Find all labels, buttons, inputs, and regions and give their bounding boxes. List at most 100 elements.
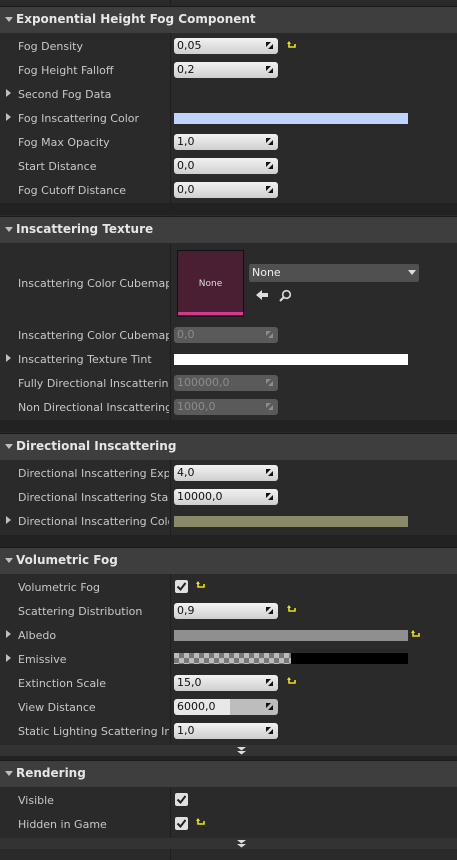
- visible-checkbox[interactable]: [175, 793, 188, 806]
- view-distance-field[interactable]: 6000,0: [174, 699, 278, 715]
- advanced-properties-expander[interactable]: [0, 745, 457, 756]
- section-gap: [0, 535, 457, 547]
- inscattering-texture-tint-swatch[interactable]: [174, 354, 408, 365]
- collapse-arrow-icon[interactable]: [5, 227, 13, 232]
- start-distance-label: Start Distance: [18, 160, 97, 173]
- thumbnail-accent-bar: [178, 312, 243, 315]
- extinction-scale-field[interactable]: 15,0: [174, 675, 278, 691]
- expand-arrow-icon[interactable]: [6, 113, 11, 121]
- section-title: Volumetric Fog: [16, 553, 118, 567]
- directional-inscattering-start-field[interactable]: 10000,0: [174, 489, 278, 505]
- collapse-arrow-icon[interactable]: [5, 558, 13, 563]
- expand-arrow-icon[interactable]: [6, 654, 11, 662]
- browse-search-icon[interactable]: [279, 289, 292, 302]
- second-fog-data-label: Second Fog Data: [18, 88, 112, 101]
- hidden-in-game-label: Hidden in Game: [18, 818, 107, 831]
- cubemap-thumbnail-text: None: [198, 279, 223, 289]
- directional-inscattering-start-label: Directional Inscattering Start D: [18, 491, 169, 504]
- section-header-volumetric-fog[interactable]: Volumetric Fog: [0, 547, 457, 574]
- checkmark-icon: [176, 582, 187, 592]
- expand-arrow-icon[interactable]: [6, 516, 11, 524]
- fog-max-opacity-label: Fog Max Opacity: [18, 136, 110, 149]
- reset-to-default-icon[interactable]: [287, 677, 297, 687]
- section-gap: [0, 420, 457, 432]
- fog-density-field[interactable]: 0,05: [174, 38, 278, 54]
- collapse-arrow-icon[interactable]: [5, 444, 13, 449]
- non-directional-inscattering-label: Non Directional Inscattering Co: [18, 401, 169, 414]
- fog-height-falloff-label: Fog Height Falloff: [18, 64, 114, 77]
- alpha-checker-pattern: [174, 653, 291, 664]
- reset-to-default-icon[interactable]: [287, 605, 297, 615]
- checkmark-icon: [176, 795, 187, 805]
- extinction-scale-label: Extinction Scale: [18, 677, 107, 690]
- drag-arrow-icon: [266, 162, 273, 169]
- start-distance-field[interactable]: 0,0: [174, 158, 278, 174]
- use-selected-arrow-icon[interactable]: [255, 289, 269, 301]
- emissive-label: Emissive: [18, 653, 67, 666]
- drag-arrow-icon: [266, 66, 273, 73]
- collapse-arrow-icon[interactable]: [5, 771, 13, 776]
- scattering-distribution-label: Scattering Distribution: [18, 605, 143, 618]
- emissive-color-swatch[interactable]: [174, 653, 408, 664]
- fog-height-falloff-field[interactable]: 0,2: [174, 62, 278, 78]
- drag-arrow-icon: [266, 42, 273, 49]
- inscattering-cubemap-angle-label: Inscattering Color Cubemap Ar: [18, 329, 169, 342]
- drag-arrow-icon: [266, 403, 273, 410]
- cubemap-asset-dropdown[interactable]: None: [249, 264, 419, 282]
- fog-cutoff-distance-field[interactable]: 0,0: [174, 182, 278, 198]
- section-title: Rendering: [16, 766, 86, 780]
- reset-to-default-icon[interactable]: [196, 581, 206, 591]
- collapse-arrow-icon[interactable]: [5, 17, 13, 22]
- double-chevron-down-icon: [237, 840, 246, 848]
- expand-arrow-icon[interactable]: [6, 89, 11, 97]
- drag-arrow-icon: [266, 679, 273, 686]
- drag-arrow-icon: [266, 379, 273, 386]
- drag-arrow-icon: [266, 727, 273, 734]
- section-gap: [0, 203, 457, 215]
- view-distance-label: View Distance: [18, 701, 96, 714]
- fog-max-opacity-field[interactable]: 1,0: [174, 134, 278, 150]
- inscattering-texture-tint-label: Inscattering Texture Tint: [18, 353, 152, 366]
- volumetric-fog-label: Volumetric Fog: [18, 581, 100, 594]
- drag-arrow-icon: [266, 703, 273, 710]
- drag-arrow-icon: [266, 186, 273, 193]
- directional-inscattering-exponent-label: Directional Inscattering Expone: [18, 467, 169, 480]
- drag-arrow-icon: [266, 138, 273, 145]
- directional-inscattering-color-label: Directional Inscattering Color: [18, 515, 169, 528]
- drag-arrow-icon: [266, 331, 273, 338]
- directional-inscattering-exponent-field[interactable]: 4,0: [174, 465, 278, 481]
- inscattering-color-cubemap-label: Inscattering Color Cubemap: [18, 277, 169, 290]
- chevron-down-icon: [408, 270, 416, 275]
- reset-to-default-icon[interactable]: [196, 818, 206, 828]
- section-title: Directional Inscattering: [16, 439, 177, 453]
- visible-label: Visible: [18, 794, 54, 807]
- static-lighting-scattering-intensity-field[interactable]: 1,0: [174, 723, 278, 739]
- section-header-rendering[interactable]: Rendering: [0, 760, 457, 787]
- section-header-directional-inscattering[interactable]: Directional Inscattering: [0, 433, 457, 460]
- reset-to-default-icon[interactable]: [411, 630, 421, 640]
- fog-inscattering-color-swatch[interactable]: [174, 113, 408, 124]
- section-title: Inscattering Texture: [16, 222, 154, 236]
- section-title: Exponential Height Fog Component: [16, 12, 256, 26]
- albedo-color-swatch[interactable]: [174, 630, 408, 641]
- checkmark-icon: [176, 819, 187, 829]
- hidden-in-game-checkbox[interactable]: [175, 817, 188, 830]
- section-header-fog[interactable]: Exponential Height Fog Component: [0, 6, 457, 33]
- fog-density-label: Fog Density: [18, 40, 83, 53]
- expand-arrow-icon[interactable]: [6, 354, 11, 362]
- reset-to-default-icon[interactable]: [287, 41, 297, 51]
- inscattering-cubemap-angle-field: 0,0: [174, 327, 278, 343]
- drag-arrow-icon: [266, 607, 273, 614]
- drag-arrow-icon: [266, 493, 273, 500]
- albedo-label: Albedo: [18, 629, 57, 642]
- expand-arrow-icon[interactable]: [6, 630, 11, 638]
- scattering-distribution-field[interactable]: 0,9: [174, 603, 278, 619]
- double-chevron-down-icon: [237, 747, 246, 755]
- fully-directional-inscattering-field: 100000,0: [174, 375, 278, 391]
- cubemap-thumbnail[interactable]: None: [177, 250, 244, 317]
- volumetric-fog-checkbox[interactable]: [175, 580, 188, 593]
- advanced-properties-expander[interactable]: [0, 838, 457, 849]
- static-lighting-scattering-intensity-label: Static Lighting Scattering Inter: [18, 725, 169, 738]
- directional-inscattering-color-swatch[interactable]: [174, 516, 408, 527]
- section-header-inscattering-texture[interactable]: Inscattering Texture: [0, 216, 457, 243]
